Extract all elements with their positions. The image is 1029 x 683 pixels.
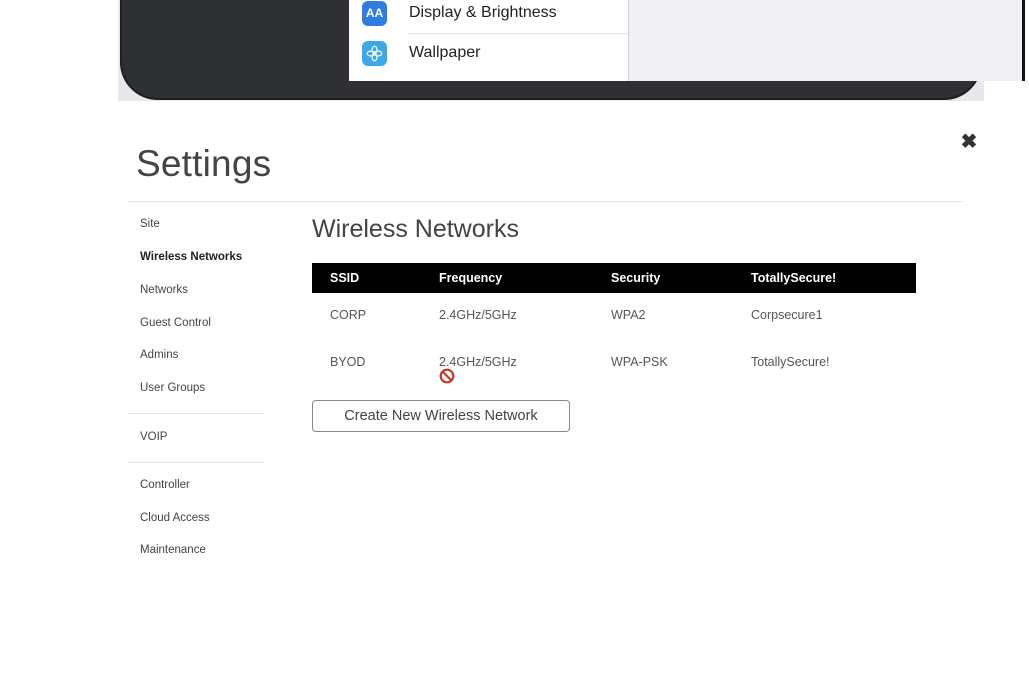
sidebar-item-networks[interactable]: Networks — [140, 284, 188, 296]
tablet-frame: AA Display & Brightness Wallpaper — [120, 0, 1025, 100]
sidebar-item-admins[interactable]: Admins — [140, 349, 178, 361]
sidebar-item-maintenance[interactable]: Maintenance — [140, 544, 206, 556]
sidebar-item-user-groups[interactable]: User Groups — [140, 382, 205, 394]
cell-ssid: CORP — [330, 308, 367, 322]
section-title: Wireless Networks — [312, 215, 519, 243]
flower-icon — [362, 40, 387, 66]
sidebar-item-wireless-networks[interactable]: Wireless Networks — [140, 251, 242, 263]
column-header-ssid: SSID — [330, 271, 360, 285]
tablet-item-label: Display & Brightness — [409, 4, 557, 21]
title-divider — [128, 201, 963, 202]
cell-security: WPA2 — [611, 308, 646, 322]
column-header-frequency: Frequency — [439, 271, 503, 285]
close-icon[interactable]: ✖ — [958, 131, 980, 153]
sidebar-item-site[interactable]: Site — [140, 218, 160, 230]
tablet-item-display-brightness[interactable]: AA Display & Brightness — [349, 0, 628, 32]
tablet-item-wallpaper[interactable]: Wallpaper — [362, 33, 628, 72]
no-entry-icon — [439, 368, 455, 384]
sidebar-divider — [128, 462, 264, 463]
sidebar-item-guest-control[interactable]: Guest Control — [140, 317, 211, 329]
cell-password: TotallySecure! — [751, 355, 830, 369]
column-header-password: TotallySecure! — [751, 271, 837, 285]
sidebar-item-voip[interactable]: VOIP — [140, 431, 167, 443]
sidebar-item-cloud-access[interactable]: Cloud Access — [140, 512, 210, 524]
page-title: Settings — [136, 143, 272, 184]
column-header-security: Security — [611, 271, 661, 285]
cell-ssid: BYOD — [330, 355, 366, 369]
sidebar-divider — [128, 413, 264, 414]
cell-frequency: 2.4GHz/5GHz — [439, 355, 517, 369]
text-size-icon: AA — [362, 0, 387, 26]
tablet-detail-pane — [629, 0, 1022, 81]
cell-password: Corpsecure1 — [751, 308, 823, 322]
cell-frequency: 2.4GHz/5GHz — [439, 308, 517, 322]
tablet-settings-list: AA Display & Brightness Wallpaper — [349, 0, 629, 81]
sidebar-item-controller[interactable]: Controller — [140, 479, 190, 491]
tablet-item-label: Wallpaper — [409, 44, 481, 61]
create-wireless-network-button[interactable]: Create New Wireless Network — [312, 400, 570, 432]
cell-security: WPA-PSK — [611, 355, 668, 369]
